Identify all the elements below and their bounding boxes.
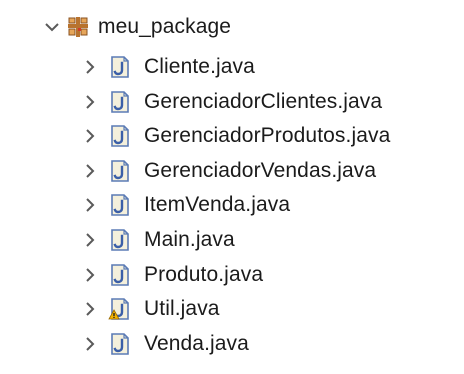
- chevron-right-icon[interactable]: [80, 230, 100, 250]
- package-name: meu_package: [98, 15, 232, 38]
- file-name: Cliente.java: [144, 55, 255, 78]
- chevron-right-icon[interactable]: [80, 57, 100, 77]
- file-row[interactable]: Cliente.java: [0, 50, 440, 84]
- file-name: ItemVenda.java: [144, 193, 291, 217]
- chevron-right-icon[interactable]: [80, 126, 100, 146]
- chevron-right-icon[interactable]: [80, 161, 100, 181]
- package-explorer-tree: meu_package Cliente.java GerenciadorClien…: [0, 0, 464, 374]
- chevron-down-icon[interactable]: [42, 17, 62, 37]
- file-name: Venda.java: [144, 331, 249, 355]
- file-row[interactable]: ItemVenda.java: [0, 188, 440, 222]
- java-file-icon: [108, 159, 132, 183]
- file-name: Main.java: [144, 228, 235, 251]
- chevron-right-icon[interactable]: [80, 299, 100, 319]
- file-name: Util.java: [144, 297, 220, 321]
- file-row[interactable]: Produto.java: [0, 258, 440, 292]
- java-file-icon: [108, 124, 132, 148]
- package-row[interactable]: meu_package: [0, 10, 300, 44]
- java-file-icon: [108, 90, 132, 114]
- java-file-icon: [108, 55, 132, 79]
- chevron-right-icon[interactable]: [80, 92, 100, 112]
- java-file-icon: [108, 193, 132, 217]
- file-name: GerenciadorProdutos.java: [144, 124, 391, 148]
- file-row[interactable]: Main.java: [0, 223, 440, 257]
- chevron-right-icon[interactable]: [80, 195, 100, 215]
- file-row[interactable]: GerenciadorProdutos.java: [0, 119, 440, 153]
- chevron-right-icon[interactable]: [80, 334, 100, 354]
- java-file-icon: [108, 332, 132, 356]
- file-row[interactable]: Util.java: [0, 292, 440, 326]
- java-file-icon: [108, 263, 132, 287]
- chevron-right-icon[interactable]: [80, 265, 100, 285]
- package-icon: [66, 15, 90, 39]
- file-name: Produto.java: [144, 262, 264, 286]
- file-row[interactable]: GerenciadorVendas.java: [0, 154, 440, 188]
- file-name: GerenciadorVendas.java: [144, 158, 377, 182]
- file-row[interactable]: Venda.java: [0, 327, 440, 361]
- java-file-icon: [108, 228, 132, 252]
- file-name: GerenciadorClientes.java: [144, 89, 383, 113]
- file-row[interactable]: GerenciadorClientes.java: [0, 85, 440, 119]
- java-file-warning-icon: [108, 297, 132, 321]
